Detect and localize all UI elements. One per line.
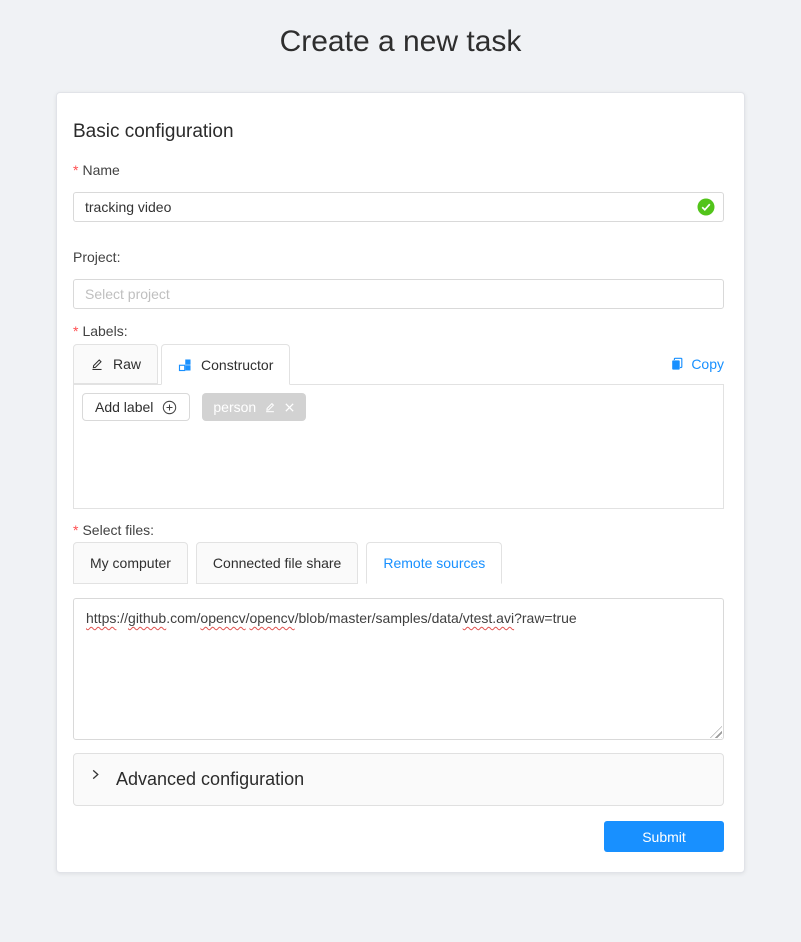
edit-icon[interactable] [264,401,276,413]
advanced-configuration-title: Advanced configuration [116,769,304,790]
name-input[interactable] [73,192,724,222]
submit-row: Submit [73,821,724,852]
tab-my-computer[interactable]: My computer [73,542,188,584]
tab-my-computer-label: My computer [90,555,171,571]
project-select-input[interactable] [73,279,724,309]
remote-urls-textarea[interactable]: https://github.com/opencv/opencv/blob/ma… [73,598,724,740]
label-chip-name: person [213,399,256,415]
name-label-text: Name [82,162,119,178]
plus-circle-icon [162,400,177,415]
advanced-configuration-toggle[interactable]: Advanced configuration [73,753,724,806]
build-icon [178,358,192,372]
create-task-card: Basic configuration * Name Project: * La… [56,92,745,873]
copy-icon [670,357,684,371]
copy-link-label: Copy [691,356,724,372]
tab-connected-file-share[interactable]: Connected file share [196,542,358,584]
project-field-label: Project: [73,249,724,265]
close-icon[interactable] [284,402,295,413]
tab-constructor-label: Constructor [201,357,273,373]
labels-tabbar: Raw Constructor Copy [73,344,724,384]
tab-remote-sources-label: Remote sources [383,555,485,571]
required-mark: * [73,162,78,178]
basic-configuration-heading: Basic configuration [73,121,724,143]
tab-raw[interactable]: Raw [73,344,158,384]
copy-labels-link[interactable]: Copy [670,356,724,372]
tab-raw-label: Raw [113,356,141,372]
name-field-label: * Name [73,162,724,178]
project-input-wrap [73,279,724,309]
add-label-button-label: Add label [95,399,153,415]
labels-label-text: Labels: [82,323,127,339]
resize-handle[interactable] [710,726,722,738]
tab-connected-file-share-label: Connected file share [213,555,341,571]
submit-button[interactable]: Submit [604,821,724,852]
required-mark: * [73,323,78,339]
files-tabbar: My computer Connected file share Remote … [73,542,724,584]
required-mark: * [73,522,78,538]
check-circle-icon [697,198,715,216]
select-files-label-text: Select files: [82,522,154,538]
page-title: Create a new task [0,25,801,59]
tab-constructor[interactable]: Constructor [161,344,290,385]
label-constructor-panel: Add label person [73,384,724,509]
edit-icon [90,357,104,371]
select-files-field-label: * Select files: [73,522,724,538]
project-label-text: Project: [73,249,120,265]
name-input-wrap [73,192,724,222]
tab-remote-sources[interactable]: Remote sources [366,542,502,584]
label-chip-person: person [202,393,306,421]
labels-field-label: * Labels: [73,323,724,339]
add-label-button[interactable]: Add label [82,393,190,421]
chevron-right-icon [90,769,101,780]
